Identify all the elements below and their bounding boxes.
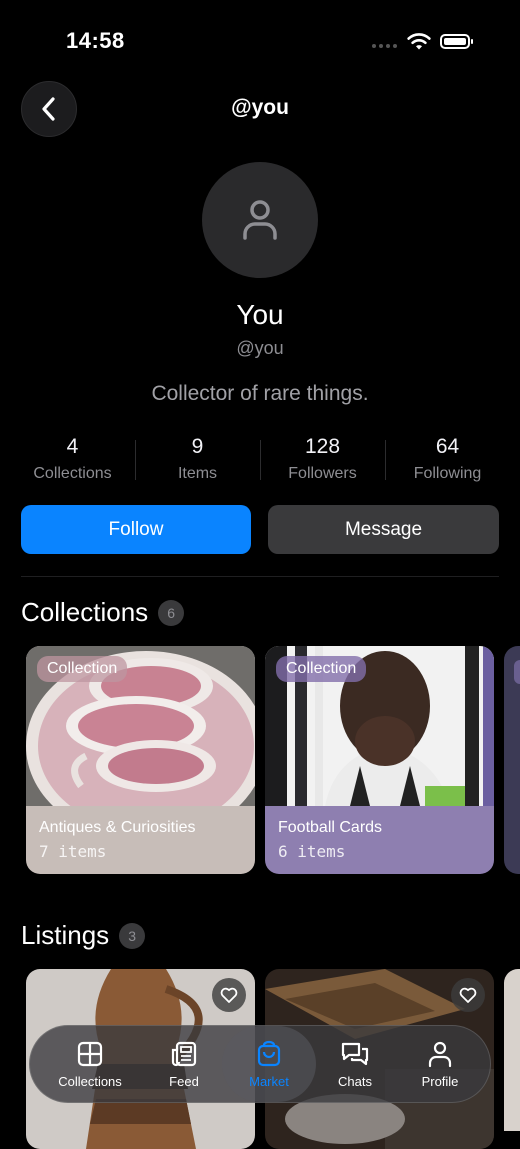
stat-value: 9 xyxy=(191,435,204,458)
status-time: 14:58 xyxy=(66,28,125,53)
listings-title: Listings xyxy=(21,920,110,950)
stat-label: Collections xyxy=(33,465,112,482)
profile-bio: Collector of rare things. xyxy=(151,382,369,405)
listings-section-header: Listings 3 xyxy=(21,920,146,951)
person-icon xyxy=(243,200,277,240)
stat-value: 64 xyxy=(435,435,460,458)
tab-label: Collections xyxy=(58,1074,122,1089)
stat-following[interactable]: 64 Following xyxy=(385,432,510,486)
shopping-bag-icon xyxy=(257,1040,281,1067)
collections-section-header: Collections 6 xyxy=(21,597,185,628)
profile-name: You xyxy=(236,299,284,330)
collections-count-badge: 6 xyxy=(158,599,185,626)
stat-followers[interactable]: 128 Followers xyxy=(260,432,385,486)
stat-label: Items xyxy=(177,465,218,482)
listing-card-partial[interactable] xyxy=(504,969,520,1131)
stat-value: 4 xyxy=(66,435,79,458)
collection-card[interactable]: Collection Football Cards 6 items xyxy=(265,646,494,874)
favorite-button[interactable] xyxy=(212,978,246,1012)
collections-title: Collections xyxy=(21,597,149,627)
follow-button[interactable]: Follow xyxy=(21,505,251,554)
divider xyxy=(21,576,499,577)
stat-value: 128 xyxy=(304,435,341,458)
wifi-icon xyxy=(407,33,431,50)
collection-card-partial[interactable] xyxy=(504,646,520,874)
tab-collections[interactable]: Collections xyxy=(46,1026,134,1102)
message-button[interactable]: Message xyxy=(268,505,499,554)
tab-market[interactable]: Market xyxy=(222,1026,316,1102)
collection-card-footer xyxy=(265,806,494,874)
tab-label: Feed xyxy=(169,1074,199,1089)
tab-profile[interactable]: Profile xyxy=(396,1026,484,1102)
profile-handle: @you xyxy=(236,338,284,358)
collection-card[interactable]: Collection Antiques & Curiosities 7 item… xyxy=(26,646,255,874)
avatar xyxy=(202,162,318,278)
favorite-button[interactable] xyxy=(451,978,485,1012)
cellular-signal-icon xyxy=(372,44,397,48)
tab-label: Chats xyxy=(338,1074,372,1089)
collection-item-count: 6 items xyxy=(278,842,346,861)
tab-bar: Collections Feed Market Chats Profile xyxy=(29,1025,491,1103)
heart-icon xyxy=(220,987,238,1003)
grid-icon xyxy=(77,1041,103,1067)
newspaper-icon xyxy=(171,1041,197,1067)
stat-label: Following xyxy=(413,465,482,482)
collection-item-count: 7 items xyxy=(39,842,107,861)
profile-stats: 4 Collections 9 Items 128 Followers 64 F… xyxy=(10,432,510,486)
listings-count-badge: 3 xyxy=(119,922,146,949)
collection-tag: Collection xyxy=(276,656,367,682)
tab-feed[interactable]: Feed xyxy=(140,1026,228,1102)
stat-items[interactable]: 9 Items xyxy=(135,432,260,486)
tab-label: Profile xyxy=(421,1074,459,1089)
chat-bubbles-icon xyxy=(341,1042,369,1066)
collection-tag: Collection xyxy=(37,656,128,682)
collection-name: Football Cards xyxy=(278,819,383,836)
stat-label: Followers xyxy=(288,465,357,482)
heart-icon xyxy=(459,987,477,1003)
collection-name: Antiques & Curiosities xyxy=(39,819,196,836)
stat-collections[interactable]: 4 Collections xyxy=(10,432,135,486)
tab-label: Market xyxy=(249,1074,289,1089)
tab-chats[interactable]: Chats xyxy=(311,1026,399,1102)
person-icon xyxy=(428,1041,452,1068)
page-title: @you xyxy=(231,96,289,119)
battery-icon xyxy=(440,34,473,49)
collection-card-footer xyxy=(26,806,255,874)
